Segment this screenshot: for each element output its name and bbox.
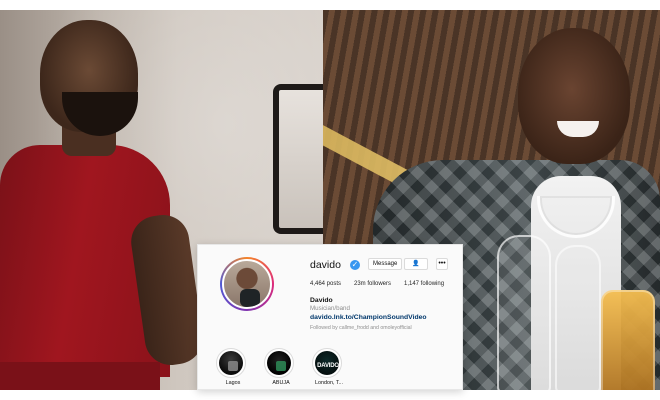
followers-count[interactable]: 23m followers bbox=[354, 281, 391, 287]
follow-button[interactable]: 👤 bbox=[404, 258, 428, 270]
posts-count: 4,464 posts bbox=[310, 281, 342, 287]
avatar[interactable] bbox=[222, 259, 272, 309]
instagram-profile-card: davido ✓ Message 👤 ••• 4,464 posts 23m f… bbox=[197, 244, 463, 390]
head bbox=[518, 28, 630, 164]
following-count[interactable]: 1,147 following bbox=[404, 281, 444, 287]
highlight-icon bbox=[276, 361, 286, 371]
category: Musician/band bbox=[310, 305, 350, 312]
followed-by[interactable]: Followed by callme_frodd and omoleyoffic… bbox=[310, 324, 460, 332]
highlight-cover[interactable] bbox=[216, 348, 246, 378]
mirror bbox=[273, 84, 323, 234]
story-highlights: Lagos ABUJA DAVIDO London, T... bbox=[212, 348, 452, 388]
wine-glass-2 bbox=[555, 245, 601, 390]
highlight-image bbox=[219, 351, 243, 375]
bio: Davido Musician/band davido.lnk.to/Champ… bbox=[310, 297, 460, 332]
profile-header: davido ✓ Message 👤 ••• bbox=[310, 258, 460, 275]
highlight-cover[interactable] bbox=[264, 348, 294, 378]
drink-glass bbox=[601, 290, 655, 390]
highlight-cover-text: DAVIDO bbox=[317, 363, 339, 369]
highlight-item[interactable]: DAVIDO London, T... bbox=[308, 348, 350, 388]
highlight-cover[interactable]: DAVIDO bbox=[312, 348, 342, 378]
username: davido bbox=[310, 259, 341, 271]
red-pants bbox=[0, 362, 160, 390]
message-button[interactable]: Message bbox=[368, 258, 403, 270]
verified-check-icon: ✓ bbox=[350, 260, 360, 270]
highlight-item[interactable]: Lagos bbox=[212, 348, 254, 388]
highlight-label: ABUJA bbox=[272, 380, 290, 386]
highlight-image: DAVIDO bbox=[315, 351, 339, 375]
highlight-icon bbox=[228, 361, 238, 371]
profile-stats: 4,464 posts 23m followers 1,147 followin… bbox=[310, 281, 460, 291]
bio-link[interactable]: davido.lnk.to/ChampionSoundVideo bbox=[310, 313, 460, 322]
highlight-image bbox=[267, 351, 291, 375]
avatar-story-ring[interactable] bbox=[220, 257, 274, 311]
highlight-label: Lagos bbox=[225, 380, 241, 386]
highlight-label: London, T... bbox=[314, 380, 344, 386]
display-name: Davido bbox=[310, 297, 333, 304]
more-options-button[interactable]: ••• bbox=[436, 258, 448, 270]
composite-image-frame: davido ✓ Message 👤 ••• 4,464 posts 23m f… bbox=[0, 0, 660, 400]
highlight-item[interactable]: ABUJA bbox=[260, 348, 302, 388]
wine-glass-1 bbox=[497, 235, 551, 390]
